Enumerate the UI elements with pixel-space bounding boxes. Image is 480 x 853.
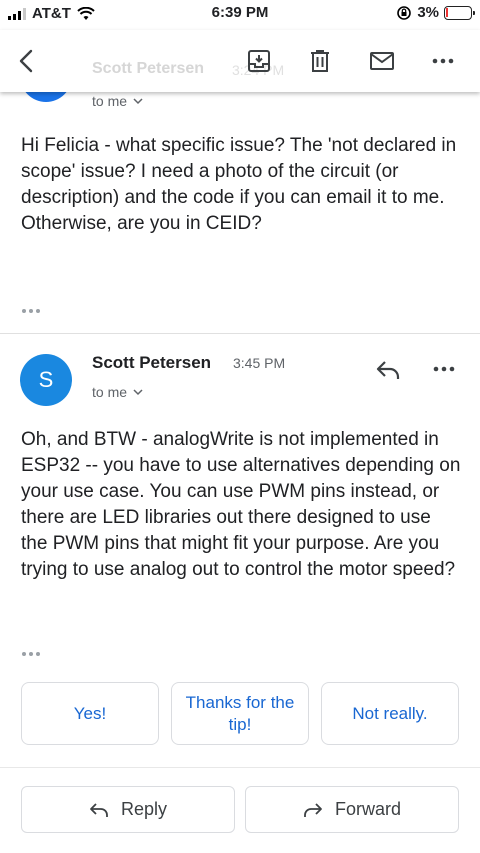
recipient-toggle[interactable]: to me xyxy=(92,93,143,109)
status-bar: AT&T 6:39 PM 3% xyxy=(0,0,480,30)
actions-divider xyxy=(0,767,480,768)
smart-reply-chip[interactable]: Thanks for the tip! xyxy=(171,682,309,745)
smart-reply-chip[interactable]: Yes! xyxy=(21,682,159,745)
sender-name: Scott Petersen xyxy=(92,353,212,372)
forward-icon xyxy=(304,802,322,817)
back-arrow-icon xyxy=(19,49,33,73)
more-horiz-icon xyxy=(432,58,454,64)
smart-replies: Yes! Thanks for the tip! Not really. xyxy=(21,682,459,745)
message-more-button[interactable] xyxy=(428,355,460,383)
recipient-label: to me xyxy=(92,384,128,400)
reply-icon xyxy=(376,361,400,379)
trash-icon xyxy=(311,50,329,72)
reply-icon xyxy=(90,802,108,817)
message-body: Oh, and BTW - analogWrite is not impleme… xyxy=(21,429,461,580)
archive-icon xyxy=(248,50,270,72)
message-time: 3:45 PM xyxy=(233,355,286,371)
forward-button[interactable]: Forward xyxy=(245,786,459,833)
message-body: Hi Felicia - what specific issue? The 'n… xyxy=(21,135,457,234)
recipient-toggle[interactable]: to me xyxy=(92,384,143,400)
show-trimmed-content-button[interactable] xyxy=(22,652,40,656)
smart-reply-chip[interactable]: Not really. xyxy=(321,682,459,745)
more-options-button[interactable] xyxy=(426,44,460,78)
status-right: 3% xyxy=(396,4,475,21)
more-horiz-icon xyxy=(433,366,455,372)
delete-button[interactable] xyxy=(303,44,337,78)
reply-label: Reply xyxy=(120,799,168,819)
reply-actions: Reply Forward xyxy=(21,786,459,833)
scrolled-sender-ghost: Scott Petersen xyxy=(92,60,205,77)
forward-label: Forward xyxy=(334,799,401,819)
reply-button[interactable] xyxy=(372,355,404,383)
archive-button[interactable] xyxy=(242,44,276,78)
smart-reply-label: Thanks for the tip! xyxy=(185,692,295,734)
show-trimmed-content-button[interactable] xyxy=(22,309,40,313)
back-button[interactable] xyxy=(10,44,44,78)
recipient-label: to me xyxy=(92,93,128,109)
mark-unread-button[interactable] xyxy=(365,44,399,78)
mail-icon xyxy=(370,52,394,70)
chevron-down-icon xyxy=(133,389,143,396)
message-divider xyxy=(0,333,480,334)
reply-button[interactable]: Reply xyxy=(21,786,235,833)
chevron-down-icon xyxy=(133,98,143,105)
battery-icon xyxy=(444,5,475,20)
sender-avatar[interactable]: S xyxy=(20,354,72,406)
battery-percent: 3% xyxy=(417,4,439,21)
rotation-lock-icon xyxy=(397,5,412,20)
email-toolbar: Scott Petersen 3:24 PM xyxy=(0,30,480,92)
